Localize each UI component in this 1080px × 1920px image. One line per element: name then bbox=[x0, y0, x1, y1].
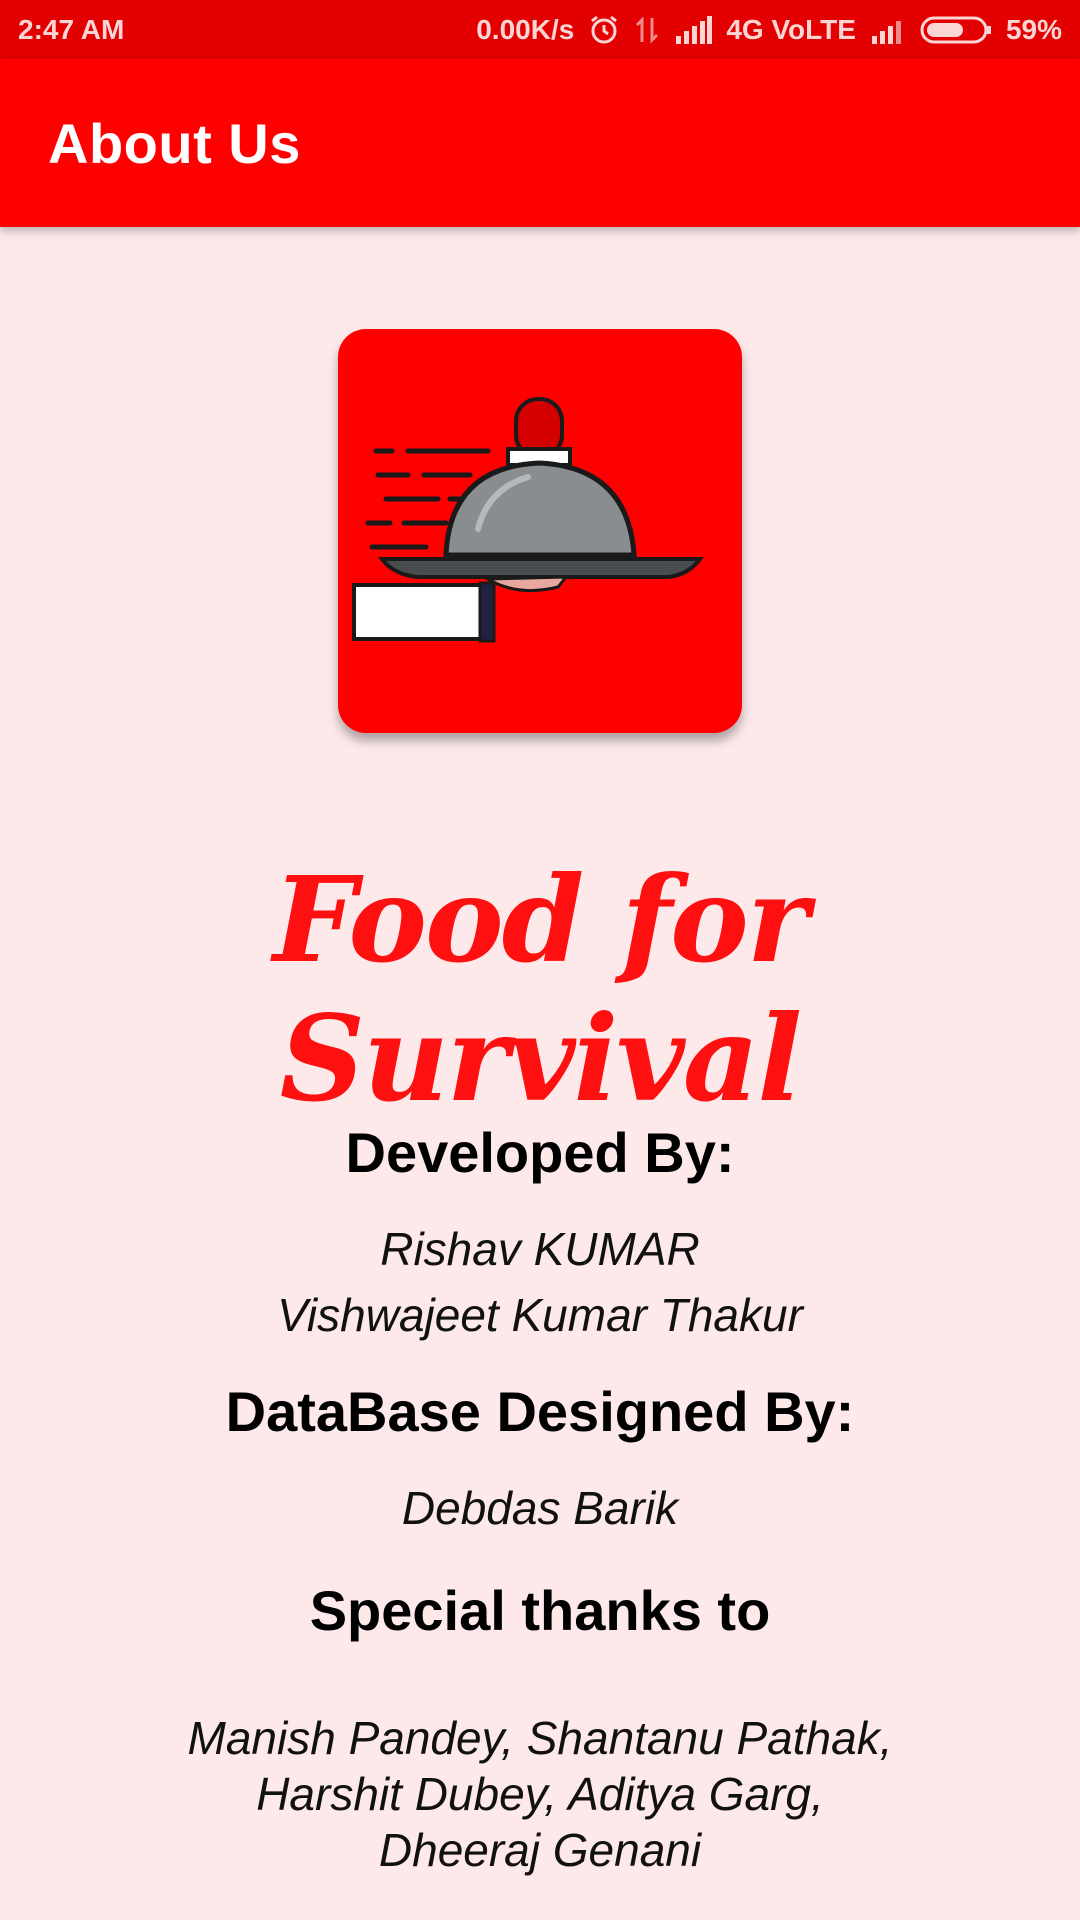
special-thanks-heading: Special thanks to bbox=[309, 1579, 771, 1642]
app-bar-title: About Us bbox=[48, 111, 301, 175]
battery-icon bbox=[920, 15, 992, 45]
database-designed-by-heading: DataBase Designed By: bbox=[225, 1380, 855, 1443]
app-name-title: Food for Survival bbox=[273, 850, 809, 1128]
thanks-line: Dheeraj Genani bbox=[378, 1824, 702, 1876]
thanks-line: Harshit Dubey, Aditya Garg, bbox=[256, 1768, 824, 1820]
developer-name: Rishav KUMAR bbox=[380, 1223, 700, 1275]
developers-list: Rishav KUMAR Vishwajeet Kumar Thakur bbox=[0, 1216, 1080, 1348]
developer-name: Vishwajeet Kumar Thakur bbox=[277, 1289, 803, 1341]
status-icons: 0.00K/s 4G VoLTE 59% bbox=[476, 14, 1062, 46]
network-label: 4G VoLTE bbox=[726, 13, 856, 45]
status-bar: 2:47 AM 0.00K/s 4G VoLTE 59% bbox=[0, 0, 1080, 59]
app-logo bbox=[338, 329, 742, 733]
food-delivery-cloche-icon bbox=[352, 397, 705, 643]
app-bar: About Us bbox=[0, 59, 1080, 227]
battery-percent: 59% bbox=[1005, 13, 1062, 45]
database-designers-list: Debdas Barik bbox=[0, 1475, 1080, 1541]
thanks-line: Manish Pandey, Shantanu Pathak, bbox=[187, 1712, 893, 1764]
status-time: 2:47 AM bbox=[18, 13, 125, 45]
developed-by-heading: Developed By: bbox=[345, 1121, 735, 1184]
data-transfer-icon bbox=[634, 14, 660, 46]
alarm-icon bbox=[588, 14, 620, 46]
signal-icon-secondary bbox=[870, 16, 906, 44]
net-speed: 0.00K/s bbox=[476, 13, 575, 45]
signal-icon bbox=[674, 15, 713, 44]
special-thanks-list: Manish Pandey, Shantanu Pathak, Harshit … bbox=[0, 1710, 1080, 1878]
designer-name: Debdas Barik bbox=[401, 1482, 679, 1534]
